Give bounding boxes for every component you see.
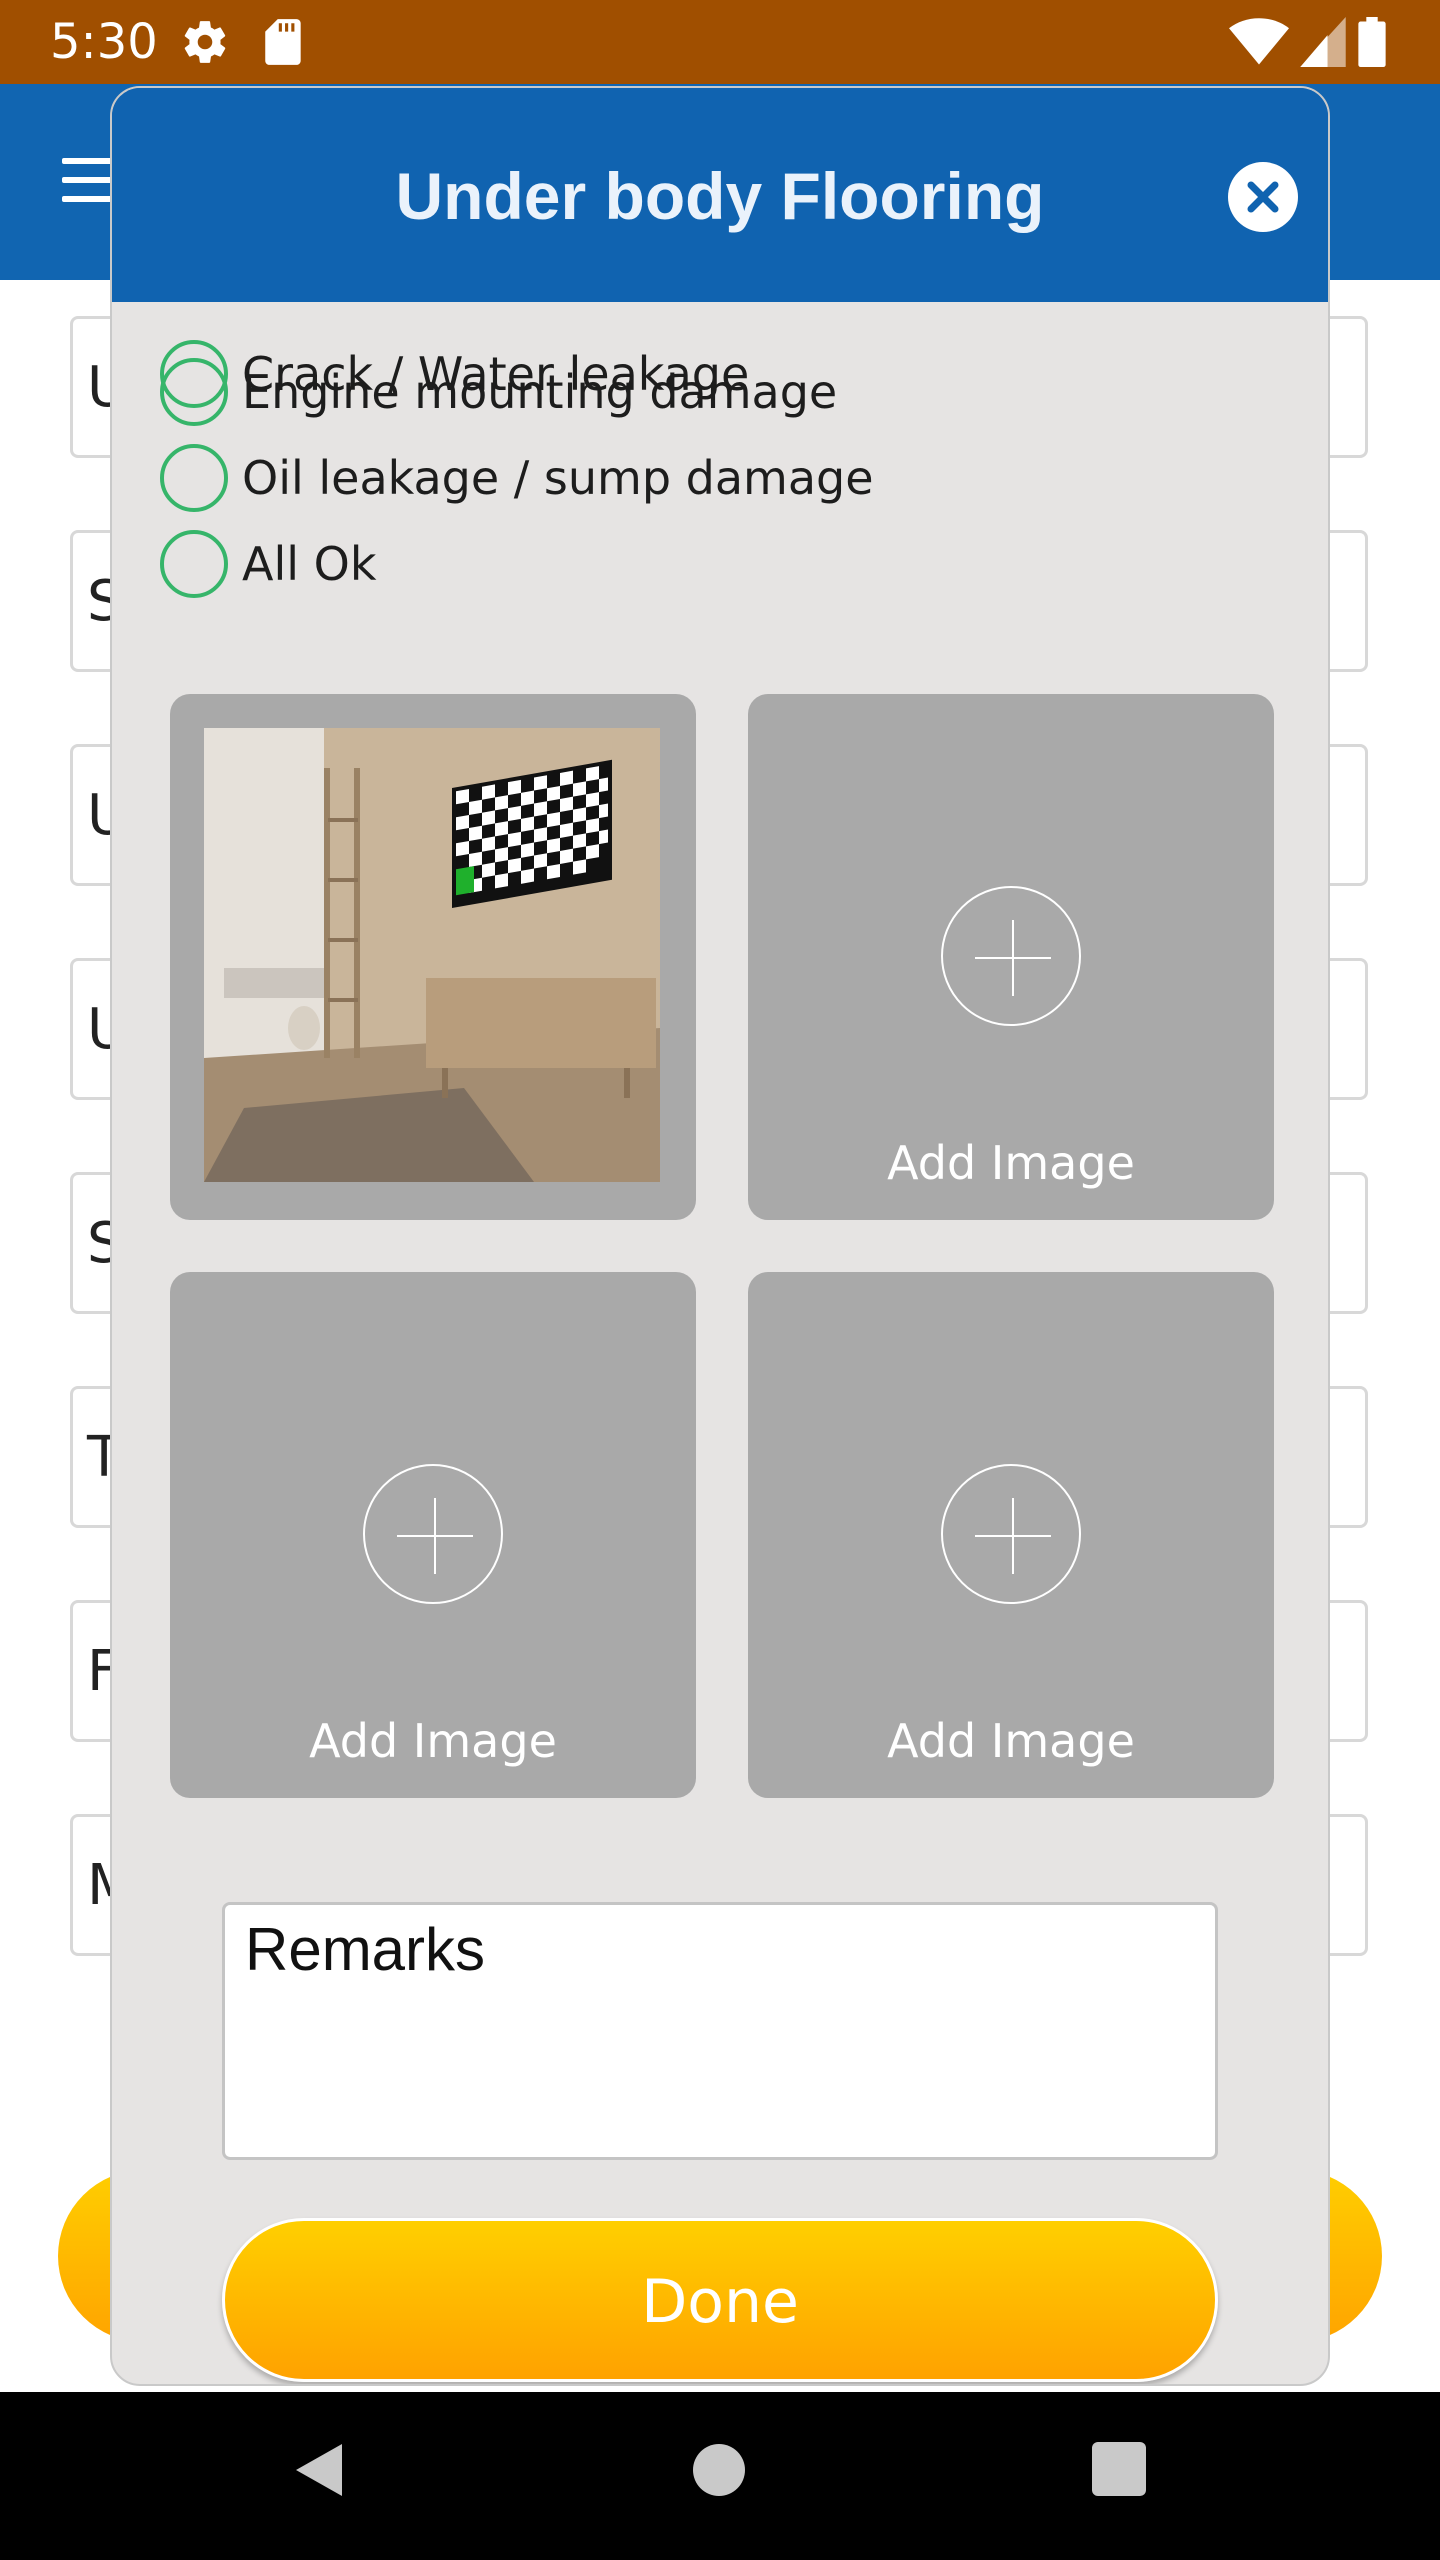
remarks-placeholder: Remarks xyxy=(245,1916,486,1983)
add-icon[interactable] xyxy=(941,886,1081,1026)
status-bar: 5:30 xyxy=(0,0,1440,84)
recent-apps-icon[interactable] xyxy=(1092,2442,1146,2496)
sd-card-icon xyxy=(265,19,301,65)
wifi-icon xyxy=(1229,18,1289,65)
battery-icon xyxy=(1358,17,1386,67)
navigation-bar xyxy=(0,2392,1440,2560)
radio-button[interactable] xyxy=(160,444,228,512)
back-icon[interactable] xyxy=(290,2440,346,2500)
add-image-label: Add Image xyxy=(887,1714,1135,1768)
option-label: Engine mounting damage xyxy=(242,365,838,419)
add-image-slot[interactable]: Add Image xyxy=(170,1272,696,1798)
close-icon xyxy=(1247,181,1279,213)
add-icon[interactable] xyxy=(941,1464,1081,1604)
close-button[interactable] xyxy=(1228,162,1298,232)
option-label: Oil leakage / sump damage xyxy=(242,451,874,505)
inspection-dialog: Under body Flooring Crack / Water leakag… xyxy=(110,86,1330,2386)
add-image-slot[interactable]: Add Image xyxy=(748,694,1274,1220)
home-icon[interactable] xyxy=(693,2444,745,2496)
option-label: All Ok xyxy=(242,537,377,591)
done-button[interactable]: Done xyxy=(222,2218,1218,2382)
radio-button[interactable] xyxy=(160,358,228,426)
radio-button[interactable] xyxy=(160,530,228,598)
status-time: 5:30 xyxy=(50,14,158,70)
dialog-title: Under body Flooring xyxy=(395,159,1045,233)
image-slot-photo[interactable] xyxy=(170,694,696,1220)
done-button-label: Done xyxy=(641,2267,799,2337)
menu-icon[interactable] xyxy=(62,158,114,202)
signal-icon xyxy=(1300,17,1346,67)
add-image-label: Add Image xyxy=(887,1136,1135,1190)
add-image-label: Add Image xyxy=(309,1714,557,1768)
add-image-slot[interactable]: Add Image xyxy=(748,1272,1274,1798)
gear-icon xyxy=(184,21,226,63)
dialog-header-overlay: Under body Flooring xyxy=(112,88,1328,302)
uploaded-photo[interactable] xyxy=(204,728,660,1182)
remarks-input[interactable]: Remarks xyxy=(222,1902,1218,2160)
add-icon[interactable] xyxy=(363,1464,503,1604)
